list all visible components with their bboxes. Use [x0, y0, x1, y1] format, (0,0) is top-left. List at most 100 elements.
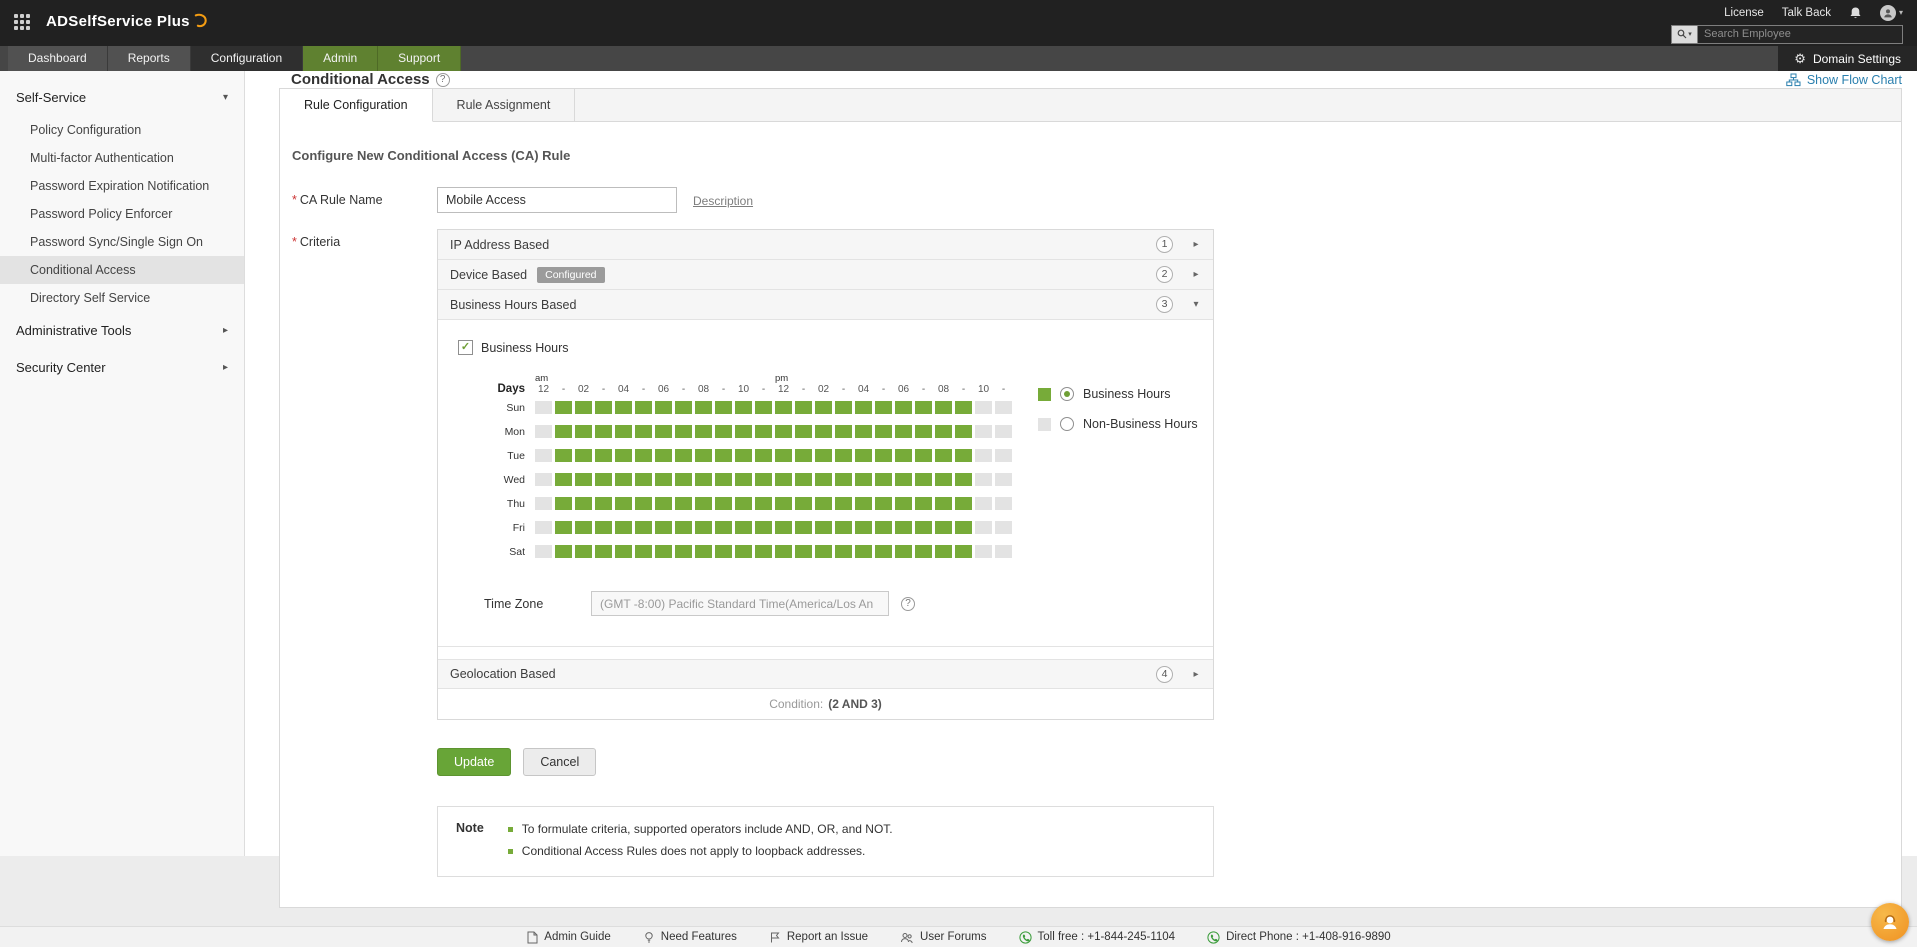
hour-cell[interactable]: [915, 401, 932, 414]
hour-cell[interactable]: [635, 497, 652, 510]
hour-cell[interactable]: [755, 449, 772, 462]
hour-cell[interactable]: [695, 497, 712, 510]
timezone-help-icon[interactable]: ?: [901, 596, 915, 611]
hour-cell[interactable]: [615, 545, 632, 558]
hour-cell[interactable]: [895, 545, 912, 558]
footer-link-need-features[interactable]: Need Features: [643, 931, 737, 944]
radio-non-business-hours[interactable]: [1060, 417, 1074, 431]
hour-cell[interactable]: [995, 545, 1012, 558]
footer-link-toll-free[interactable]: Toll free : +1-844-245-1104: [1018, 930, 1175, 944]
hour-cell[interactable]: [975, 473, 992, 486]
hour-cell[interactable]: [815, 521, 832, 534]
hour-cell[interactable]: [575, 449, 592, 462]
hour-cell[interactable]: [795, 425, 812, 438]
hour-cell[interactable]: [975, 425, 992, 438]
hour-cell[interactable]: [915, 545, 932, 558]
hour-cell[interactable]: [615, 401, 632, 414]
hour-cell[interactable]: [935, 545, 952, 558]
hour-cell[interactable]: [895, 521, 912, 534]
sidebar-item-password-policy-enforcer[interactable]: Password Policy Enforcer: [0, 200, 244, 228]
hour-cell[interactable]: [535, 473, 552, 486]
hour-cell[interactable]: [735, 401, 752, 414]
hour-cell[interactable]: [955, 425, 972, 438]
hour-cell[interactable]: [735, 545, 752, 558]
hour-cell[interactable]: [935, 473, 952, 486]
hour-cell[interactable]: [675, 545, 692, 558]
hour-cell[interactable]: [995, 425, 1012, 438]
hour-cell[interactable]: [855, 449, 872, 462]
hour-cell[interactable]: [635, 545, 652, 558]
hour-cell[interactable]: [795, 521, 812, 534]
hour-cell[interactable]: [975, 497, 992, 510]
hour-cell[interactable]: [555, 425, 572, 438]
hour-cell[interactable]: [555, 473, 572, 486]
hour-cell[interactable]: [815, 497, 832, 510]
cancel-button[interactable]: Cancel: [523, 748, 597, 776]
hour-cell[interactable]: [835, 425, 852, 438]
sidebar-item-password-sync-single-sign-on[interactable]: Password Sync/Single Sign On: [0, 228, 244, 256]
hour-cell[interactable]: [555, 497, 572, 510]
hour-cell[interactable]: [875, 425, 892, 438]
hour-cell[interactable]: [955, 521, 972, 534]
hour-cell[interactable]: [535, 497, 552, 510]
hour-cell[interactable]: [835, 449, 852, 462]
notifications-bell-icon[interactable]: [1849, 6, 1862, 20]
hour-cell[interactable]: [835, 497, 852, 510]
hour-cell[interactable]: [955, 401, 972, 414]
hour-cell[interactable]: [955, 449, 972, 462]
radio-business-hours[interactable]: [1060, 387, 1074, 401]
hour-cell[interactable]: [855, 473, 872, 486]
hour-cell[interactable]: [935, 497, 952, 510]
hour-cell[interactable]: [535, 521, 552, 534]
sidebar-item-policy-configuration[interactable]: Policy Configuration: [0, 116, 244, 144]
hour-cell[interactable]: [695, 425, 712, 438]
app-grid-icon[interactable]: [14, 14, 32, 32]
accordion-ip-address-based[interactable]: IP Address Based 1 ▸: [438, 230, 1213, 260]
hour-cell[interactable]: [915, 425, 932, 438]
hour-cell[interactable]: [555, 449, 572, 462]
page-help-icon[interactable]: ?: [435, 72, 450, 87]
hour-cell[interactable]: [735, 425, 752, 438]
hour-cell[interactable]: [575, 521, 592, 534]
hour-cell[interactable]: [915, 449, 932, 462]
nav-tab-configuration[interactable]: Configuration: [190, 46, 304, 71]
hour-cell[interactable]: [855, 545, 872, 558]
hour-cell[interactable]: [695, 401, 712, 414]
hour-cell[interactable]: [995, 521, 1012, 534]
hour-cell[interactable]: [595, 401, 612, 414]
hour-cell[interactable]: [675, 473, 692, 486]
hour-cell[interactable]: [635, 521, 652, 534]
hour-cell[interactable]: [595, 425, 612, 438]
hour-cell[interactable]: [975, 521, 992, 534]
hour-cell[interactable]: [735, 521, 752, 534]
tab-rule-configuration[interactable]: Rule Configuration: [280, 89, 433, 122]
sidebar-item-conditional-access[interactable]: Conditional Access: [0, 256, 244, 284]
sidebar-item-multi-factor-authentication[interactable]: Multi-factor Authentication: [0, 144, 244, 172]
hour-cell[interactable]: [675, 449, 692, 462]
hour-cell[interactable]: [855, 425, 872, 438]
hour-cell[interactable]: [735, 449, 752, 462]
talkback-link[interactable]: Talk Back: [1782, 7, 1831, 19]
hour-cell[interactable]: [855, 497, 872, 510]
sidebar-section-self-service[interactable]: Self-Service ▾: [0, 79, 244, 116]
hour-cell[interactable]: [715, 473, 732, 486]
hour-cell[interactable]: [835, 521, 852, 534]
hour-cell[interactable]: [835, 545, 852, 558]
hour-cell[interactable]: [875, 545, 892, 558]
sidebar-item-password-expiration-notification[interactable]: Password Expiration Notification: [0, 172, 244, 200]
hour-cell[interactable]: [755, 545, 772, 558]
description-link[interactable]: Description: [693, 187, 753, 213]
footer-link-report-an-issue[interactable]: Report an Issue: [769, 931, 868, 944]
hour-cell[interactable]: [715, 497, 732, 510]
support-chat-button[interactable]: [1871, 903, 1909, 941]
show-flow-chart-link[interactable]: Show Flow Chart: [1786, 73, 1902, 87]
hour-cell[interactable]: [675, 521, 692, 534]
hour-cell[interactable]: [975, 449, 992, 462]
hour-cell[interactable]: [915, 473, 932, 486]
hour-cell[interactable]: [595, 449, 612, 462]
hour-cell[interactable]: [835, 473, 852, 486]
nav-tab-admin[interactable]: Admin: [303, 46, 379, 71]
hour-cell[interactable]: [655, 449, 672, 462]
hour-cell[interactable]: [875, 521, 892, 534]
hour-cell[interactable]: [935, 449, 952, 462]
